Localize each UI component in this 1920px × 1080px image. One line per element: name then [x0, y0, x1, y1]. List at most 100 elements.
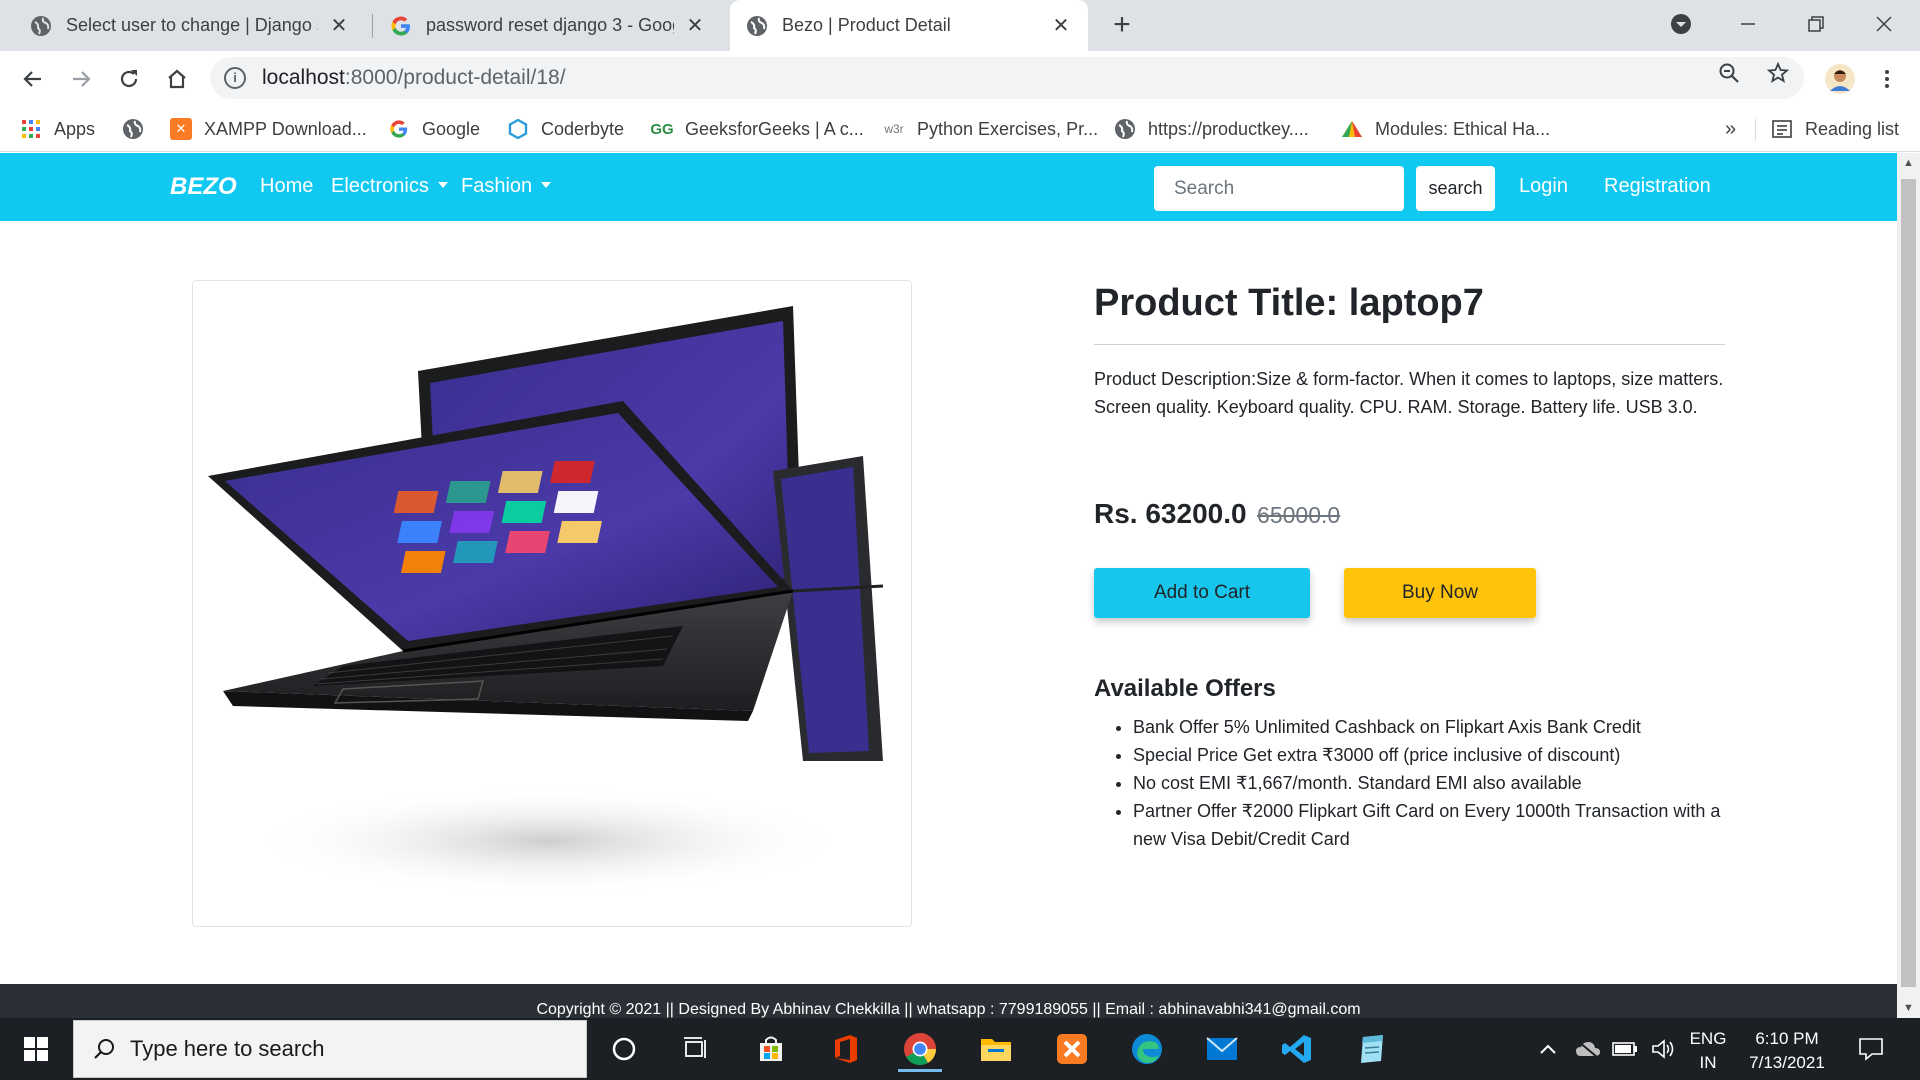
minimize-icon[interactable] [1730, 6, 1766, 42]
forward-arrow-icon[interactable] [64, 62, 98, 96]
chrome-taskbar-icon[interactable] [894, 1026, 946, 1072]
nav-fashion-dropdown[interactable]: Fashion [461, 175, 552, 198]
login-link[interactable]: Login [1519, 175, 1568, 198]
bookmarks-bar: Apps ✕ XAMPP Download... Google Coderbyt… [0, 106, 1920, 152]
caret-down-icon [541, 182, 552, 188]
bookmark-modules[interactable]: Modules: Ethical Ha... [1341, 114, 1550, 144]
microsoft-store-icon[interactable] [748, 1026, 794, 1072]
notepad-app-icon[interactable] [1349, 1026, 1395, 1072]
reload-icon[interactable] [112, 62, 146, 96]
browser-menu-icon[interactable] [1870, 62, 1904, 96]
browser-tab-google-search[interactable]: password reset django 3 - Googl ✕ [374, 0, 722, 51]
nav-electronics-label: Electronics [331, 175, 429, 197]
reading-list-label: Reading list [1805, 118, 1900, 139]
home-icon[interactable] [160, 62, 194, 96]
active-app-indicator [898, 1069, 942, 1072]
offer-item: Bank Offer 5% Unlimited Cashback on Flip… [1133, 713, 1733, 741]
close-window-icon[interactable] [1866, 6, 1902, 42]
google-icon [390, 15, 412, 37]
bookmark-coderbyte[interactable]: Coderbyte [507, 114, 624, 144]
offer-item: No cost EMI ₹1,667/month. Standard EMI a… [1133, 769, 1733, 797]
page-scrollbar[interactable]: ▲ ▼ [1897, 153, 1920, 1018]
windows-taskbar: Type here to search ENG IN 6:10 PM 7/13/… [0, 1018, 1920, 1080]
vscode-icon[interactable] [1274, 1026, 1320, 1072]
brand-logo[interactable]: BEZO [170, 173, 237, 201]
onedrive-icon[interactable] [1573, 1026, 1603, 1072]
xampp-icon: ✕ [170, 118, 192, 140]
buy-now-button[interactable]: Buy Now [1344, 568, 1536, 618]
search-icon [92, 1037, 116, 1061]
bookmark-apps[interactable]: Apps [20, 114, 95, 144]
new-tab-button[interactable]: + [1106, 10, 1138, 42]
site-info-icon[interactable]: i [224, 67, 246, 89]
bookmark-star-icon[interactable] [1765, 60, 1791, 86]
volume-icon[interactable] [1648, 1026, 1678, 1072]
tab-search-icon[interactable] [1663, 6, 1699, 42]
scroll-down-arrow-icon[interactable]: ▼ [1897, 998, 1920, 1018]
nav-electronics-dropdown[interactable]: Electronics [331, 175, 448, 198]
restore-icon[interactable] [1798, 6, 1834, 42]
cortana-icon[interactable] [601, 1026, 647, 1072]
bookmark-label: Modules: Ethical Ha... [1375, 118, 1551, 139]
browser-tab-product-detail[interactable]: Bezo | Product Detail ✕ [730, 0, 1088, 51]
globe-icon [122, 118, 144, 140]
offer-item: Partner Offer ₹2000 Flipkart Gift Card o… [1133, 797, 1733, 853]
address-url[interactable]: localhost:8000/product-detail/18/ [262, 66, 566, 90]
battery-icon[interactable] [1610, 1026, 1640, 1072]
modules-icon [1341, 118, 1363, 140]
xampp-taskbar-icon[interactable] [1049, 1026, 1095, 1072]
close-tab-icon[interactable]: ✕ [328, 15, 350, 37]
product-image-card [192, 280, 912, 927]
taskbar-search-placeholder: Type here to search [130, 1036, 325, 1061]
windows-start-icon[interactable] [13, 1026, 59, 1072]
bookmark-geeksforgeeks[interactable]: GG GeeksforGeeks | A c... [650, 114, 863, 144]
taskbar-search-box[interactable]: Type here to search [73, 1020, 587, 1078]
back-arrow-icon[interactable] [16, 62, 50, 96]
bookmark-productkey[interactable]: https://productkey.... [1114, 114, 1309, 144]
scrollbar-thumb[interactable] [1901, 179, 1916, 987]
browser-tab-django-admin[interactable]: Select user to change | Django si ✕ [14, 0, 366, 51]
clock-time: 6:10 PM [1755, 1029, 1819, 1048]
current-price: Rs. 63200.0 [1094, 498, 1247, 529]
edge-icon[interactable] [1124, 1026, 1170, 1072]
clock[interactable]: 6:10 PM 7/13/2021 [1736, 1027, 1838, 1075]
browser-tab-strip: Select user to change | Django si ✕ pass… [0, 0, 1920, 51]
reading-list-icon [1771, 118, 1793, 140]
original-price: 65000.0 [1257, 502, 1341, 528]
search-button[interactable]: search [1416, 166, 1495, 211]
search-input[interactable] [1154, 166, 1404, 211]
tray-chevron-up-icon[interactable] [1533, 1026, 1563, 1072]
browser-toolbar: i localhost:8000/product-detail/18/ [0, 51, 1920, 106]
tab-title: Select user to change | Django si [66, 15, 318, 35]
tab-title: Bezo | Product Detail [782, 15, 951, 35]
bookmark-xampp[interactable]: ✕ XAMPP Download... [170, 114, 367, 144]
bookmark-label: XAMPP Download... [204, 118, 367, 139]
bookmark-w3resource[interactable]: w3r Python Exercises, Pr... [883, 114, 1098, 144]
profile-avatar[interactable] [1822, 61, 1858, 97]
add-to-cart-button[interactable]: Add to Cart [1094, 568, 1310, 618]
product-description: Product Description:Size & form-factor. … [1094, 369, 1724, 417]
reading-list-button[interactable]: Reading list [1771, 114, 1899, 144]
close-tab-icon[interactable]: ✕ [1050, 15, 1072, 37]
nav-home-link[interactable]: Home [260, 175, 313, 198]
bookmark-globe[interactable] [122, 114, 156, 144]
registration-link[interactable]: Registration [1604, 175, 1711, 198]
w3resource-icon: w3r [884, 122, 904, 136]
task-view-icon[interactable] [673, 1026, 719, 1072]
zoom-icon[interactable] [1716, 60, 1742, 86]
offers-list: Bank Offer 5% Unlimited Cashback on Flip… [1133, 713, 1733, 853]
bookmark-google[interactable]: Google [388, 114, 480, 144]
clock-date: 7/13/2021 [1749, 1053, 1825, 1072]
mail-icon[interactable] [1199, 1026, 1245, 1072]
file-explorer-icon[interactable] [973, 1026, 1019, 1072]
bookmark-label: Google [422, 118, 481, 139]
office-icon[interactable] [823, 1026, 869, 1072]
close-tab-icon[interactable]: ✕ [684, 15, 706, 37]
globe-icon [30, 15, 52, 37]
bookmarks-overflow-chevron-icon[interactable]: » [1725, 114, 1736, 144]
input-language-indicator[interactable]: ENG IN [1686, 1027, 1730, 1075]
scroll-up-arrow-icon[interactable]: ▲ [1897, 153, 1920, 173]
notifications-icon[interactable] [1846, 1026, 1896, 1072]
address-bar[interactable]: i localhost:8000/product-detail/18/ [210, 57, 1804, 99]
globe-icon [1114, 118, 1136, 140]
